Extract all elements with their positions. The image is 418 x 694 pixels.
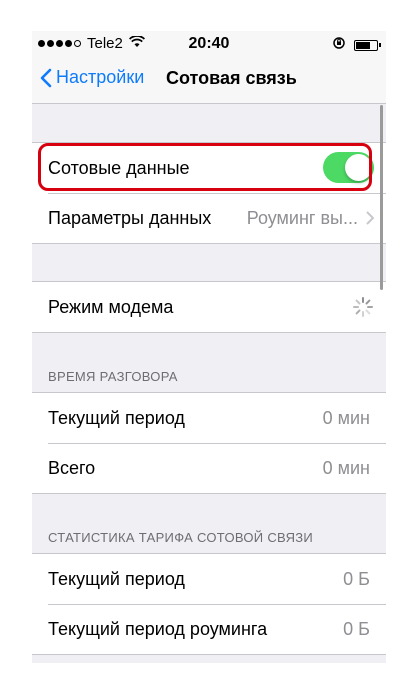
talk-total-value: 0 мин [322,457,370,478]
stats-current-period-value: 0 Б [343,568,370,589]
data-options-value: Роуминг вы... [246,207,358,228]
hotspot-group: Режим модема [32,281,386,333]
talk-time-header: ВРЕМЯ РАЗГОВОРА [48,369,178,384]
chevron-right-icon [366,211,374,225]
scrollbar[interactable] [380,105,383,290]
tariff-stats-group: Текущий период 0 Б Текущий период роумин… [32,553,386,655]
stats-roaming-period-label: Текущий период роуминга [48,618,268,639]
list-item: Текущий период роуминга 0 Б [32,604,386,654]
tariff-stats-header: СТАТИСТИКА ТАРИФА СОТОВОЙ СВЯЗИ [48,530,314,545]
back-button[interactable]: Настройки [40,67,144,88]
talk-current-period-label: Текущий период [48,407,185,428]
data-options-row[interactable]: Параметры данных Роуминг вы... [32,193,386,243]
hotspot-row[interactable]: Режим модема [32,282,386,332]
list-item: Текущий период 0 мин [32,393,386,443]
talk-total-label: Всего [48,457,96,478]
hotspot-label: Режим модема [48,296,174,317]
back-label: Настройки [56,67,145,87]
page-title: Сотовая связь [166,68,297,88]
orientation-lock-icon [332,36,346,54]
chevron-left-icon [40,68,52,87]
status-bar: Tele2 20:40 [32,31,386,55]
data-options-label: Параметры данных [48,207,212,228]
list-item: Текущий период 0 Б [32,554,386,604]
stats-current-period-label: Текущий период [48,568,185,589]
loading-spinner-icon [353,297,373,317]
list-item: Всего 0 мин [32,443,386,493]
stats-roaming-period-value: 0 Б [343,618,370,639]
talk-current-period-value: 0 мин [322,407,370,428]
battery-icon [354,39,381,51]
highlight-frame [38,143,372,191]
navigation-bar: Настройки Сотовая связь [32,55,386,104]
talk-time-group: Текущий период 0 мин Всего 0 мин [32,392,386,494]
phone-screen: Tele2 20:40 Настройки Сотовая связь Сото… [32,31,386,663]
